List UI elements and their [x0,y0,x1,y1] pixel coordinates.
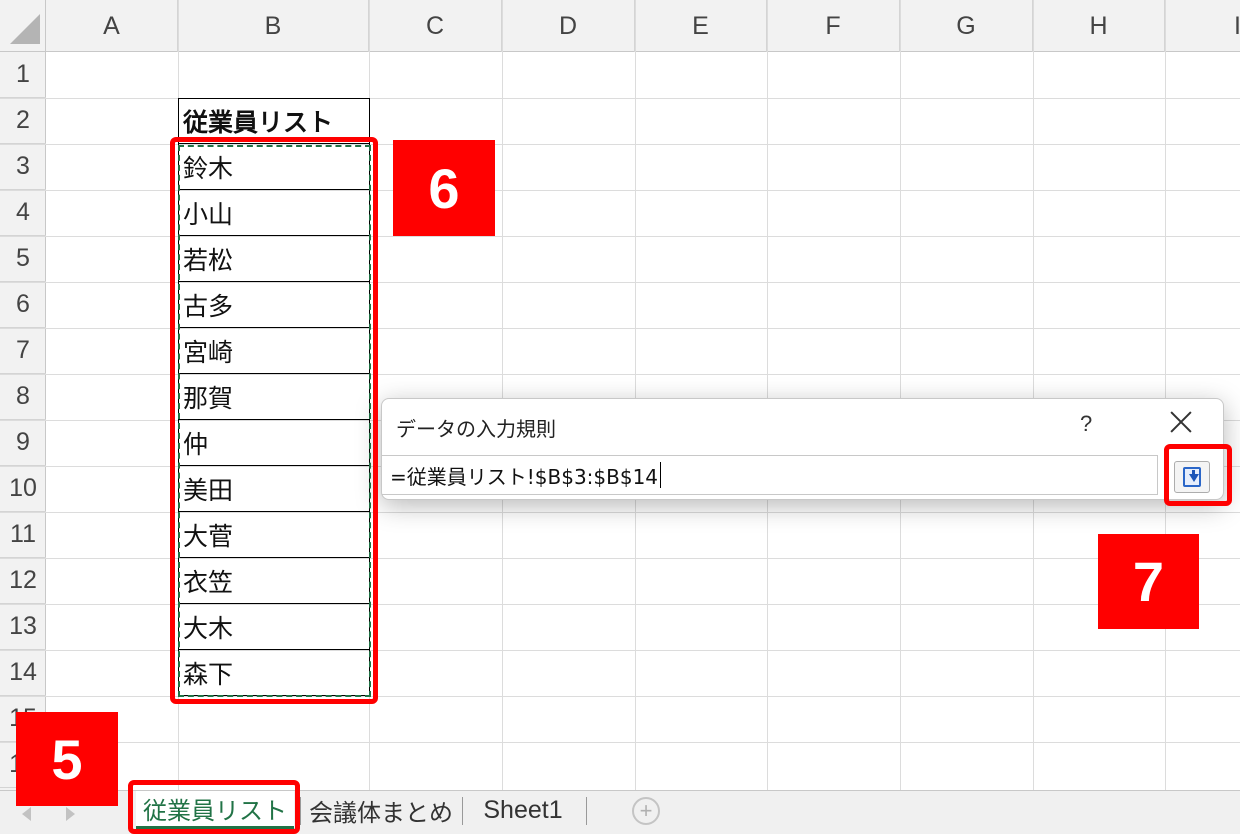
close-icon[interactable] [1164,405,1198,439]
highlight-range-b3-b14 [170,137,378,704]
tab-meeting-summary[interactable]: 会議体まとめ [302,791,460,829]
tab-sheet1[interactable]: Sheet1 [470,791,576,829]
row-header-4[interactable]: 4 [0,190,46,236]
tab-divider [462,797,463,825]
column-header-b[interactable]: B [178,0,369,52]
step-6-badge: 6 [393,140,495,236]
row-header-5[interactable]: 5 [0,236,46,282]
select-all-button[interactable] [0,0,46,52]
tab-divider [586,797,587,825]
column-header-f[interactable]: F [767,0,900,52]
source-range-input[interactable]: =従業員リスト!$B$3:$B$14 [382,455,1158,495]
step-5-badge: 5 [16,712,118,806]
column-header-c[interactable]: C [369,0,502,52]
row-header-6[interactable]: 6 [0,282,46,328]
column-header-h[interactable]: H [1033,0,1165,52]
gridline [1165,0,1166,790]
row-header-7[interactable]: 7 [0,328,46,374]
row-header-8[interactable]: 8 [0,374,46,420]
row-header-2[interactable]: 2 [0,98,46,144]
row-header-3[interactable]: 3 [0,144,46,190]
step-7-badge: 7 [1098,534,1199,629]
row-header-10[interactable]: 10 [0,466,46,512]
add-sheet-icon[interactable]: + [632,797,660,825]
scroll-tabs-left-icon[interactable] [22,807,31,821]
text-caret [660,462,662,488]
gridline [0,742,1240,743]
column-header-a[interactable]: A [46,0,178,52]
row-header-11[interactable]: 11 [0,512,46,558]
column-header-g[interactable]: G [900,0,1033,52]
highlight-collapse-button [1164,444,1232,506]
row-header-12[interactable]: 12 [0,558,46,604]
select-all-triangle-icon [10,14,40,44]
gridline [900,0,901,790]
help-button[interactable]: ? [1080,411,1092,437]
source-range-value: =従業員リスト!$B$3:$B$14 [390,464,659,489]
column-header-i[interactable]: I [1165,0,1240,52]
gridline [767,0,768,790]
gridline [1033,0,1034,790]
row-header-13[interactable]: 13 [0,604,46,650]
row-header-9[interactable]: 9 [0,420,46,466]
dialog-title: データの入力規則 [396,417,556,441]
data-validation-dialog: データの入力規則 ? =従業員リスト!$B$3:$B$14 [381,398,1224,500]
gridline [635,0,636,790]
tab-divider [300,797,301,825]
column-header-e[interactable]: E [635,0,767,52]
column-header-d[interactable]: D [502,0,635,52]
row-header-14[interactable]: 14 [0,650,46,696]
row-header-1[interactable]: 1 [0,52,46,98]
gridline [502,0,503,790]
scroll-tabs-right-icon[interactable] [66,807,75,821]
highlight-employee-tab [128,780,300,834]
